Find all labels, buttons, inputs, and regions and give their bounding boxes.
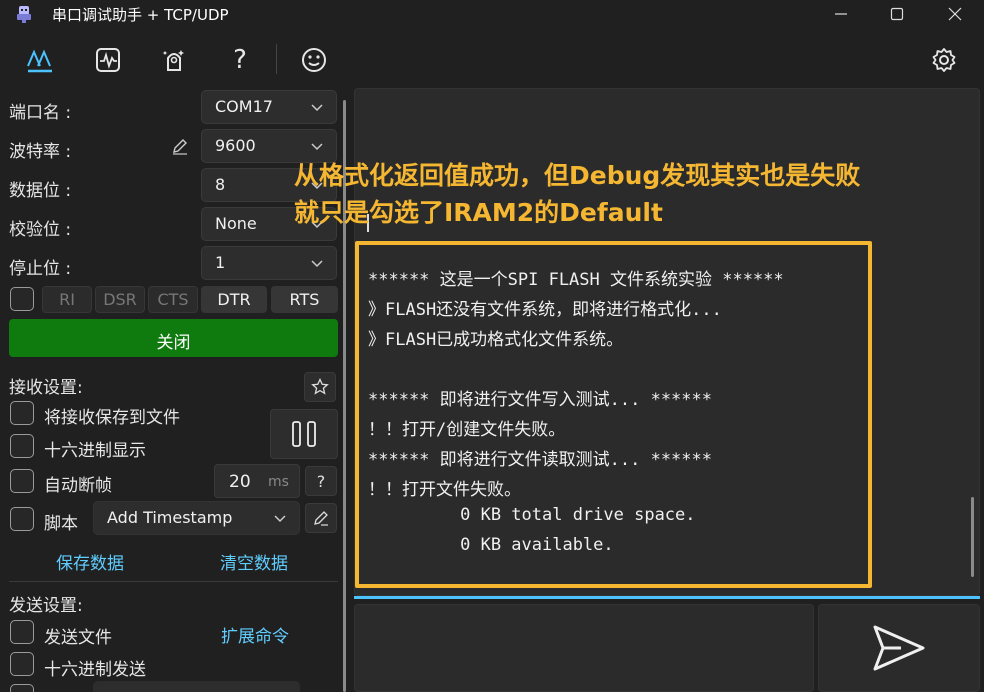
extend-command-link[interactable]: 扩展命令 <box>221 622 289 647</box>
baud-edit-icon[interactable] <box>170 136 190 156</box>
hex-display-checkbox[interactable] <box>10 434 34 458</box>
hex-send-checkbox[interactable] <box>10 652 34 676</box>
smiley-icon <box>302 48 326 72</box>
log-line: 0 KB available. <box>368 535 614 555</box>
title-bar: 串口调试助手 + TCP/UDP <box>0 0 984 28</box>
frame-ms-unit: ms <box>268 474 289 490</box>
annotation-line-2: 就只是勾选了IRAM2的Default <box>294 198 663 227</box>
hex-send-label: 十六进制发送 <box>44 660 146 680</box>
stopbits-value: 1 <box>215 253 226 272</box>
log-line: ****** 这是一个SPI FLASH 文件系统实验 ****** <box>368 270 784 290</box>
send-button[interactable] <box>818 604 980 692</box>
baud-label: 波特率 : <box>9 142 72 162</box>
databits-value: 8 <box>215 175 226 194</box>
parity-label: 校验位 : <box>9 220 72 240</box>
port-label: 端口名 : <box>9 103 72 123</box>
pause-icon <box>292 421 316 447</box>
monitor-icon <box>96 48 120 72</box>
pin-ri[interactable]: RI <box>42 286 92 313</box>
script-combo[interactable]: Add Timestamp <box>93 501 300 535</box>
edit-script-button[interactable] <box>305 503 337 533</box>
toolbar-separator <box>276 44 277 74</box>
save-to-file-checkbox[interactable] <box>10 401 34 425</box>
send-textarea[interactable] <box>354 604 814 692</box>
annotation-line-1: 从格式化返回值成功，但Debug发现其实也是失败 <box>294 161 861 190</box>
app-logo-icon <box>17 6 31 23</box>
tools-tab-button[interactable] <box>154 40 194 80</box>
script-checkbox[interactable] <box>10 507 34 531</box>
log-line: ！！打开文件失败。 <box>368 480 521 500</box>
script-label: 脚本 <box>44 514 78 534</box>
auto-frame-checkbox[interactable] <box>10 469 34 493</box>
stopbits-combo[interactable]: 1 <box>201 246 337 280</box>
favorite-button[interactable] <box>304 372 336 402</box>
clear-data-link[interactable]: 清空数据 <box>220 549 288 574</box>
stopbits-label: 停止位 : <box>9 259 72 279</box>
auto-frame-label: 自动断帧 <box>44 476 112 496</box>
serial-wave-icon <box>27 49 52 73</box>
section-divider <box>9 581 338 582</box>
send-icon <box>873 625 925 671</box>
baud-value: 9600 <box>215 136 256 155</box>
log-line: 》FLASH已成功格式化文件系统。 <box>368 330 624 350</box>
script-value: Add Timestamp <box>107 508 233 527</box>
help-icon: ? <box>233 45 247 75</box>
settings-icon <box>932 48 956 72</box>
pause-button[interactable] <box>270 409 338 459</box>
window-title: 串口调试助手 + TCP/UDP <box>52 6 229 24</box>
pin-cts[interactable]: CTS <box>148 286 198 313</box>
minimize-button[interactable] <box>818 0 864 28</box>
receive-scrollbar[interactable] <box>971 497 974 577</box>
port-combo[interactable]: COM17 <box>201 90 337 124</box>
next-checkbox[interactable] <box>10 684 34 692</box>
frame-ms-value: 20 <box>229 472 251 492</box>
send-file-checkbox[interactable] <box>10 620 34 644</box>
pins-checkbox[interactable] <box>10 287 34 311</box>
log-line: ！！打开/创建文件失败。 <box>368 420 566 440</box>
chevron-down-icon <box>274 515 286 523</box>
save-data-link[interactable]: 保存数据 <box>56 549 124 574</box>
close-window-button[interactable] <box>932 0 978 28</box>
receive-header: 接收设置: <box>9 378 83 398</box>
partial-combo[interactable] <box>93 681 300 692</box>
log-line: ****** 即将进行文件读取测试... ****** <box>368 450 712 470</box>
log-line: ****** 即将进行文件写入测试... ****** <box>368 390 712 410</box>
log-line: 0 KB total drive space. <box>368 505 696 525</box>
maximize-icon <box>890 7 904 21</box>
minimize-icon <box>835 13 847 15</box>
frame-ms-input[interactable]: 20 ms <box>214 464 300 498</box>
pin-dtr[interactable]: DTR <box>201 286 267 313</box>
monitor-tab-button[interactable] <box>88 40 128 80</box>
save-to-file-label: 将接收保存到文件 <box>44 408 180 428</box>
help-button[interactable]: ? <box>220 40 260 80</box>
feedback-button[interactable] <box>294 40 334 80</box>
chevron-down-icon <box>311 104 323 112</box>
maximize-button[interactable] <box>874 0 920 28</box>
databits-label: 数据位 : <box>9 181 72 201</box>
close-icon <box>948 7 962 21</box>
pin-rts[interactable]: RTS <box>271 286 338 313</box>
app-window: 串口调试助手 + TCP/UDP ? 端口名: COM17 波特率: 960… <box>0 0 984 692</box>
parity-value: None <box>215 214 257 233</box>
chevron-down-icon <box>311 143 323 151</box>
toolbar: ? <box>0 30 984 88</box>
send-file-label: 发送文件 <box>44 628 112 648</box>
pin-dsr[interactable]: DSR <box>95 286 145 313</box>
hex-display-label: 十六进制显示 <box>44 441 146 461</box>
serial-tab-button[interactable] <box>20 40 60 80</box>
rocket-icon <box>162 50 184 71</box>
star-icon <box>311 378 329 395</box>
port-value: COM17 <box>215 97 273 116</box>
log-line: 》FLASH还没有文件系统，即将进行格式化... <box>368 300 722 320</box>
settings-button[interactable] <box>924 40 964 80</box>
pen-icon <box>314 511 328 526</box>
receive-focus-underline <box>354 596 980 599</box>
send-header: 发送设置: <box>9 596 83 616</box>
frame-help-button[interactable]: ? <box>305 466 337 496</box>
chevron-down-icon <box>311 260 323 268</box>
close-port-button[interactable]: 关闭 <box>9 319 338 357</box>
